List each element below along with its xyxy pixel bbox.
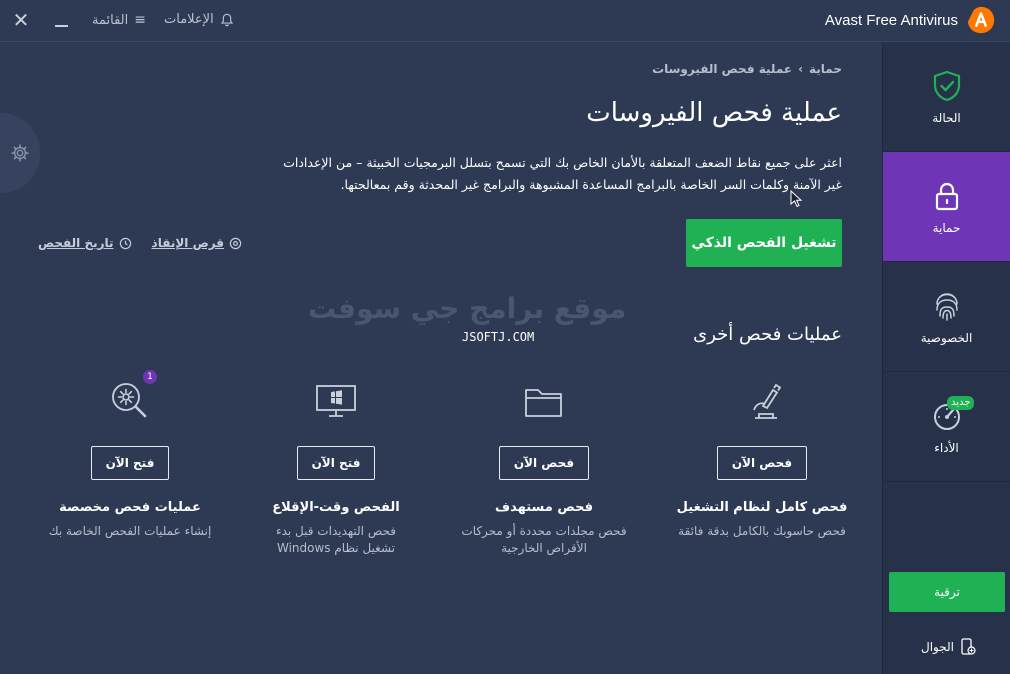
page-description: اعثر على جميع نقاط الضعف المتعلقة بالأما… (283, 155, 842, 192)
full-scan-card: فحص الآن فحص كامل لنظام التشغيل فحص حاسو… (662, 376, 862, 540)
secondary-links: تاريخ الفحص قرص الإنقاذ (38, 236, 242, 250)
sidebar-item-label: حماية (932, 220, 961, 235)
notifications-button[interactable]: الإعلامات (164, 12, 234, 27)
breadcrumb-current: عملية فحص الفيروسات (652, 62, 793, 76)
rescue-disk-label: قرص الإنقاذ (151, 236, 225, 250)
sidebar-item-privacy[interactable]: الخصوصية (883, 262, 1010, 372)
other-scans-title: عمليات فحص أخرى (693, 324, 842, 345)
gear-search-icon: 1 (105, 370, 157, 426)
targeted-scan-title: فحص مستهدف (495, 500, 593, 515)
microscope-icon (737, 376, 787, 426)
hamburger-icon: ≡ (134, 12, 146, 28)
full-scan-desc: فحص حاسوبك بالكامل بدقة فائقة (678, 524, 846, 538)
main-content: حماية › عملية فحص الفيروسات عملية فحص ال… (0, 42, 882, 674)
sidebar-item-performance[interactable]: جديد الأداء (883, 372, 1010, 482)
menu-label: القائمة (92, 12, 129, 28)
avast-logo-icon (967, 6, 995, 34)
sidebar-item-label: الأداء (934, 440, 959, 455)
sidebar-item-status[interactable]: الحالة (883, 42, 1010, 152)
settings-button[interactable] (0, 113, 40, 193)
gear-icon (11, 144, 29, 162)
scan-history-label: تاريخ الفحص (38, 236, 114, 250)
boot-time-scan-desc: فحص التهديدات قبل بدء تشغيل نظام Windows (275, 524, 397, 555)
custom-scans-card: 1 فتح الآن عمليات فحص مخصصة إنشاء عمليات… (30, 370, 230, 540)
app-title: Avast Free Antivirus (824, 11, 958, 29)
breadcrumb-separator: › (798, 62, 804, 76)
scan-history-link[interactable]: تاريخ الفحص (38, 236, 132, 250)
boot-time-scan-card: فتح الآن الفحص وقت-الإقلاع فحص التهديدات… (236, 376, 436, 557)
custom-scans-title: عمليات فحص مخصصة (59, 500, 201, 515)
folder-icon (519, 376, 569, 426)
targeted-scan-desc: فحص مجلدات محددة أو محركات الأقراص الخار… (461, 524, 627, 555)
full-scan-button[interactable]: فحص الآن (716, 446, 808, 480)
mouse-cursor-icon (790, 190, 803, 208)
shield-check-icon (933, 70, 960, 101)
bell-icon (220, 13, 233, 26)
watermark-url: JSOFTJ.COM (462, 330, 535, 344)
minimize-icon[interactable] (52, 9, 72, 31)
custom-scans-button[interactable]: فتح الآن (90, 446, 170, 480)
sidebar-item-protection[interactable]: حماية (883, 152, 1010, 262)
sidebar-item-label: الخصوصية (920, 330, 973, 345)
menu-button[interactable]: ≡ القائمة (92, 12, 146, 28)
close-icon[interactable]: ✕ (10, 9, 32, 31)
breadcrumb-root[interactable]: حماية (809, 62, 842, 76)
breadcrumb: حماية › عملية فحص الفيروسات (652, 62, 842, 76)
rescue-disk-link[interactable]: قرص الإنقاذ (152, 236, 243, 250)
watermark-text: موقع برامج جي سوفت (308, 292, 627, 325)
full-scan-title: فحص كامل لنظام التشغيل (676, 500, 848, 515)
smart-scan-button[interactable]: تشغيل الفحص الذكي (686, 219, 842, 267)
lock-icon (935, 182, 958, 210)
custom-scans-desc: إنشاء عمليات الفحص الخاصة بك (48, 524, 212, 538)
title-bar: ✕ ≡ القائمة الإعلامات Avast Free Antivir… (0, 0, 1010, 42)
boot-time-scan-button[interactable]: فتح الآن (296, 446, 376, 480)
new-badge: جديد (947, 396, 975, 410)
sidebar: الحالة حماية الخصوصية جديد الأداء ترقية … (882, 42, 1010, 674)
targeted-scan-card: فحص الآن فحص مستهدف فحص مجلدات محددة أو … (444, 376, 644, 557)
targeted-scan-button[interactable]: فحص الآن (498, 446, 590, 480)
disk-icon (229, 237, 242, 249)
fingerprint-icon (935, 292, 958, 321)
page-title: عملية فحص الفيروسات (586, 98, 842, 128)
count-badge: 1 (143, 370, 157, 384)
boot-time-scan-title: الفحص وقت-الإقلاع (272, 500, 400, 515)
mobile-label: الجوال (921, 640, 954, 654)
clock-icon (119, 237, 131, 249)
notifications-label: الإعلامات (164, 12, 214, 27)
sidebar-item-label: الحالة (932, 110, 961, 125)
monitor-windows-icon (311, 376, 361, 426)
mobile-add-icon (961, 638, 976, 655)
mobile-link[interactable]: الجوال (921, 638, 976, 656)
upgrade-button[interactable]: ترقية (889, 572, 1005, 612)
brand: Avast Free Antivirus (825, 5, 996, 35)
